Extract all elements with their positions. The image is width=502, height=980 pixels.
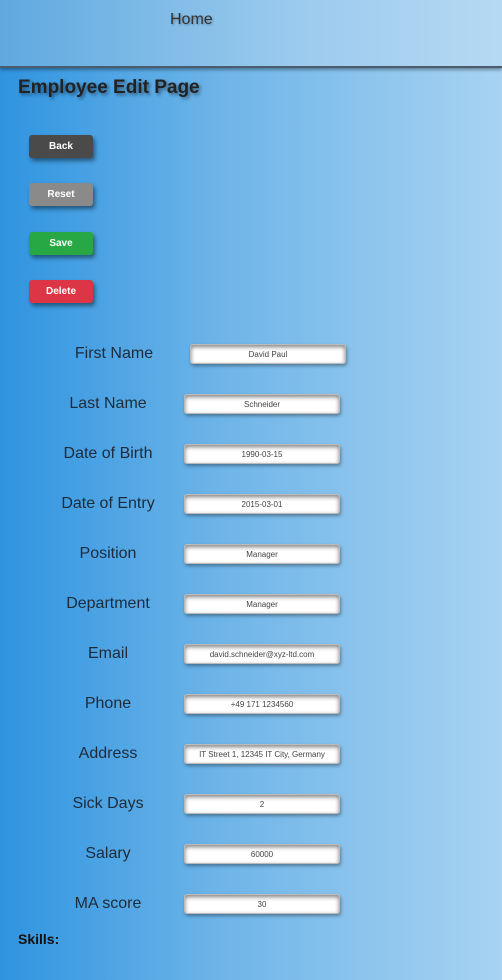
email-input[interactable] <box>184 644 340 664</box>
sick-days-input[interactable] <box>184 794 340 814</box>
salary-label: Salary <box>85 845 131 862</box>
email-label: Email <box>87 645 128 662</box>
date-of-entry-input[interactable] <box>184 494 340 514</box>
salary-input[interactable] <box>184 844 340 864</box>
department-input[interactable] <box>184 594 340 614</box>
position-label: Position <box>79 545 137 562</box>
phone-input[interactable] <box>184 694 340 714</box>
home-link[interactable]: Home <box>170 11 213 29</box>
reset-button[interactable]: Reset <box>29 183 93 206</box>
position-input[interactable] <box>184 544 340 564</box>
date-of-birth-input[interactable] <box>184 444 340 464</box>
department-label: Department <box>66 595 150 612</box>
page-title: Employee Edit Page <box>18 77 200 98</box>
back-button[interactable]: Back <box>29 135 93 158</box>
date-of-entry-label: Date of Entry <box>61 495 155 512</box>
address-input[interactable] <box>184 744 340 764</box>
last-name-input[interactable] <box>184 394 340 414</box>
top-nav-bar: Home <box>0 0 502 68</box>
first-name-label: First Name <box>74 345 154 362</box>
last-name-label: Last Name <box>69 395 147 412</box>
save-button[interactable]: Save <box>29 232 93 255</box>
skills-label: Skills: <box>18 931 60 947</box>
date-of-birth-label: Date of Birth <box>63 445 153 462</box>
first-name-input[interactable] <box>190 344 346 364</box>
address-label: Address <box>78 745 138 762</box>
delete-button[interactable]: Delete <box>29 280 93 303</box>
ma-score-label: MA score <box>74 895 142 912</box>
sick-days-label: Sick Days <box>72 795 144 812</box>
phone-label: Phone <box>84 695 132 712</box>
ma-score-input[interactable] <box>184 894 340 914</box>
